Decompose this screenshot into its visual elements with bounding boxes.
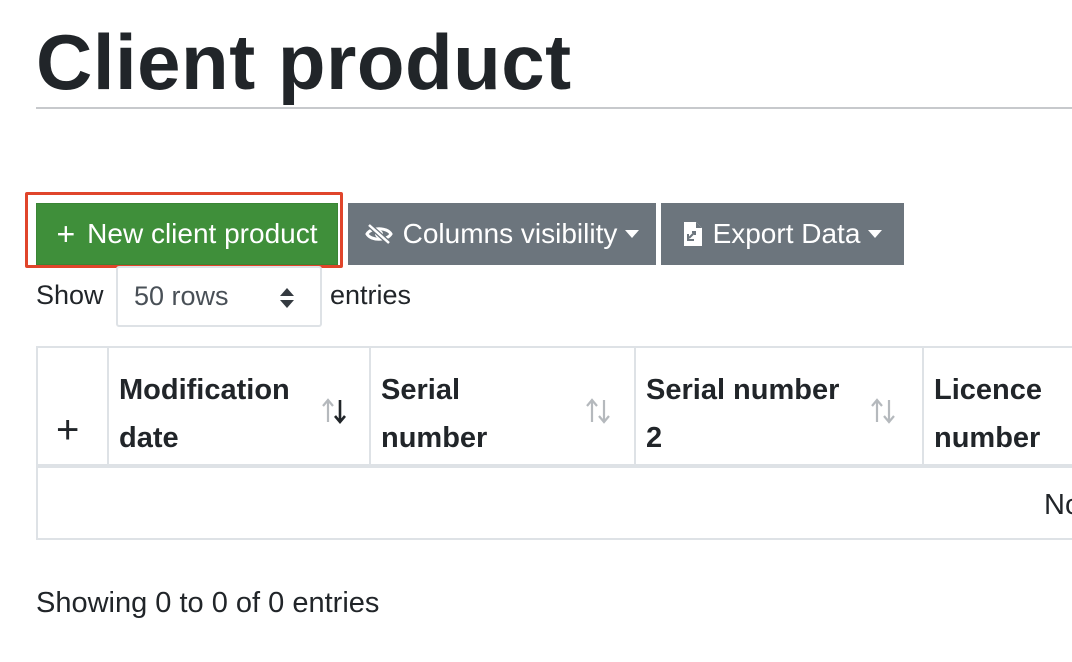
table-row-empty: No data available in table	[38, 468, 1072, 538]
plus-icon: +	[56, 216, 76, 252]
column-header-label: Serial number 2	[646, 374, 840, 454]
new-client-product-label: New client product	[87, 218, 318, 249]
sort-arrows-icon	[871, 398, 895, 424]
column-header-licence-number[interactable]: Licence number	[924, 348, 1072, 464]
show-label: Show	[36, 280, 104, 310]
table-info: Showing 0 to 0 of 0 entries	[36, 587, 380, 619]
empty-table-message: No data available in table	[1044, 489, 1072, 521]
table-header-row: + Modification date Serial number Serial…	[38, 348, 1072, 468]
title-divider	[36, 107, 1072, 109]
rows-per-page-value: 50 rows	[134, 281, 229, 311]
expand-column-header[interactable]: +	[38, 348, 109, 464]
page: Client product + New client product Colu…	[0, 0, 1072, 662]
sort-arrows-icon	[586, 398, 610, 424]
page-title: Client product	[36, 18, 572, 106]
export-data-label: Export Data	[712, 218, 861, 249]
sort-arrows-icon	[322, 398, 346, 425]
column-header-label: Licence number	[934, 374, 1042, 454]
column-header-modification-date[interactable]: Modification date	[109, 348, 371, 464]
select-arrows-icon	[280, 288, 294, 308]
export-data-button[interactable]: Export Data	[661, 203, 904, 265]
chevron-down-icon	[625, 230, 640, 238]
plus-icon: +	[56, 408, 80, 452]
file-export-icon	[683, 221, 703, 247]
rows-per-page-select[interactable]: 50 rows	[116, 266, 322, 327]
chevron-down-icon	[868, 230, 883, 238]
column-header-serial-number[interactable]: Serial number	[371, 348, 636, 464]
new-client-product-button[interactable]: + New client product	[36, 203, 338, 265]
column-header-serial-number-2[interactable]: Serial number 2	[636, 348, 924, 464]
column-header-label: Modification date	[119, 374, 290, 454]
data-table: + Modification date Serial number Serial…	[36, 346, 1072, 540]
columns-visibility-label: Columns visibility	[402, 218, 618, 249]
eye-slash-icon	[364, 222, 393, 246]
columns-visibility-button[interactable]: Columns visibility	[348, 203, 656, 265]
column-header-label: Serial number	[381, 374, 488, 454]
entries-label: entries	[330, 280, 412, 310]
